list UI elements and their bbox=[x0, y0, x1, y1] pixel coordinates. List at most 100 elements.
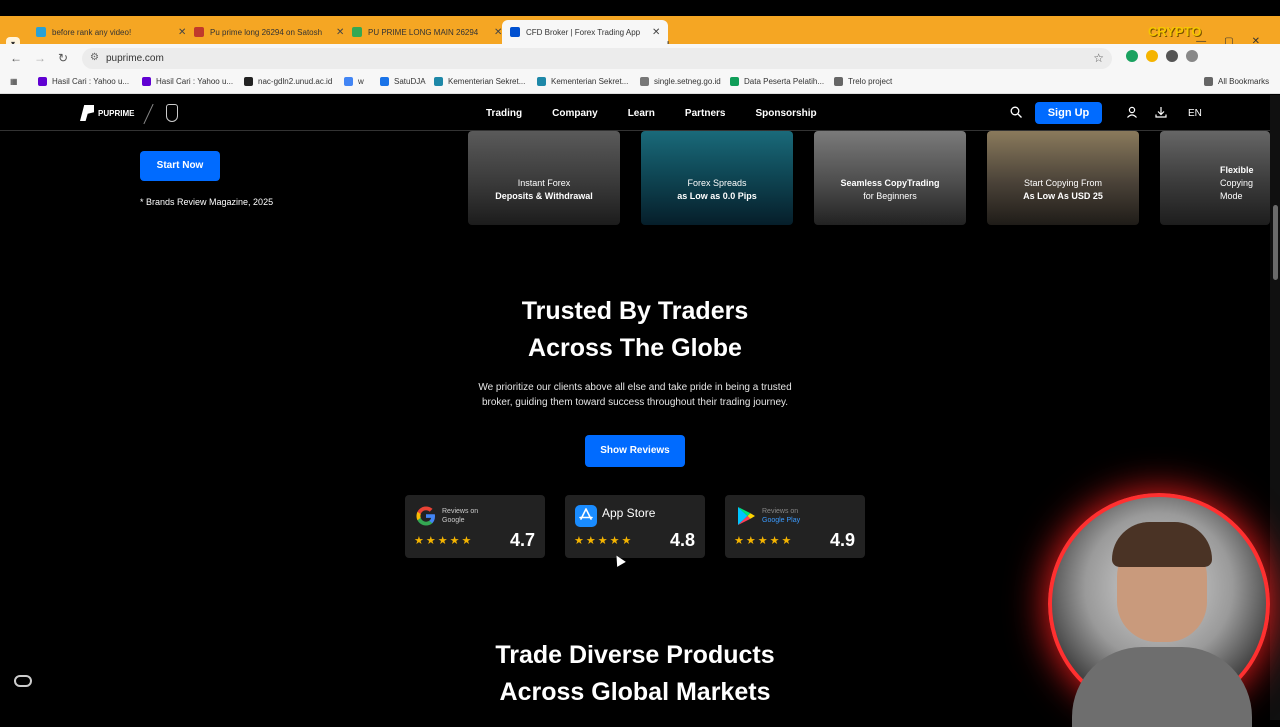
feature-card[interactable]: Start Copying From As Low As USD 25 bbox=[987, 131, 1139, 225]
close-icon[interactable]: ✕ bbox=[652, 27, 660, 38]
tab-title: Pu prime long 26294 on Satosh bbox=[210, 27, 323, 37]
feature-card[interactable]: Flexible Copying Mode bbox=[1160, 131, 1270, 225]
bookmark-label: Hasil Cari : Yahoo u... bbox=[156, 77, 234, 86]
sheets-icon bbox=[730, 77, 739, 86]
browser-tab-active[interactable]: CFD Broker | Forex Trading App ✕ bbox=[502, 20, 669, 44]
products-section-title: Trade Diverse Products Across Global Mar… bbox=[435, 637, 835, 711]
show-reviews-button[interactable]: Show Reviews bbox=[585, 435, 685, 467]
bookmark-item[interactable]: Hasil Cari : Yahoo u... bbox=[142, 77, 233, 86]
bookmark-label: single.setneg.go.id bbox=[654, 77, 721, 86]
review-source-label: App Store bbox=[602, 506, 656, 520]
extension-icon[interactable] bbox=[1146, 50, 1158, 62]
feature-card[interactable]: Instant Forex Deposits & Withdrawal bbox=[468, 131, 620, 225]
feature-card-text: Seamless CopyTrading for Beginners bbox=[814, 177, 966, 203]
puprime-logo-mark-icon bbox=[80, 105, 94, 121]
bookmark-item[interactable]: SatuDJA bbox=[380, 77, 426, 86]
bookmark-label: nac-gdln2.unud.ac.id bbox=[258, 77, 333, 86]
sign-up-button[interactable]: Sign Up bbox=[1035, 102, 1102, 124]
tab-favicon-icon bbox=[194, 27, 204, 37]
yahoo-icon bbox=[38, 77, 47, 86]
bookmarks-bar: ▦ Hasil Cari : Yahoo u... Hasil Cari : Y… bbox=[0, 72, 1280, 94]
browser-tab[interactable]: Pu prime long 26294 on Satosh ✕ bbox=[186, 20, 352, 44]
review-label-line: Reviews on bbox=[762, 508, 799, 515]
all-bookmarks-item[interactable]: All Bookmarks bbox=[1204, 77, 1269, 86]
feature-card-line-strong: Flexible bbox=[1220, 165, 1254, 175]
menu-item-learn[interactable]: Learn bbox=[628, 108, 655, 119]
profile-avatar-icon[interactable] bbox=[1186, 50, 1198, 62]
extension-icon[interactable] bbox=[1126, 50, 1138, 62]
feature-card-line: Forex Spreads bbox=[687, 178, 747, 188]
bookmark-label: Data Peserta Pelatih... bbox=[744, 77, 825, 86]
reload-icon[interactable]: ↻ bbox=[58, 51, 68, 65]
user-icon[interactable] bbox=[1126, 106, 1138, 118]
bookmark-item[interactable]: Data Peserta Pelatih... bbox=[730, 77, 824, 86]
menu-item-trading[interactable]: Trading bbox=[486, 108, 522, 119]
folder-icon bbox=[834, 77, 843, 86]
star-rating-icon: ★★★★★ bbox=[574, 535, 634, 547]
main-menu: Trading Company Learn Partners Sponsorsh… bbox=[486, 108, 847, 119]
apps-grid-icon[interactable]: ▦ bbox=[10, 77, 18, 86]
bookmark-item[interactable]: Kementerian Sekret... bbox=[434, 77, 525, 86]
url-text: puprime.com bbox=[106, 53, 164, 64]
bookmark-label: SatuDJA bbox=[394, 77, 426, 86]
bookmark-favicon-icon bbox=[380, 77, 389, 86]
menu-item-sponsorship[interactable]: Sponsorship bbox=[756, 108, 817, 119]
feature-card-text: Instant Forex Deposits & Withdrawal bbox=[468, 177, 620, 203]
bookmark-label: Kementerian Sekret... bbox=[551, 77, 629, 86]
bookmark-item[interactable]: single.setneg.go.id bbox=[640, 77, 721, 86]
page-scrollbar[interactable] bbox=[1270, 95, 1280, 720]
presenter-hair bbox=[1112, 522, 1212, 567]
feature-card-line: for Beginners bbox=[863, 191, 917, 201]
puprime-logo[interactable]: PUPRIME bbox=[80, 105, 134, 121]
tab-title: CFD Broker | Forex Trading App bbox=[526, 27, 641, 37]
bookmark-item[interactable]: w bbox=[344, 77, 364, 86]
logo-text: PUPRIME bbox=[98, 108, 135, 118]
bookmark-item[interactable]: nac-gdln2.unud.ac.id bbox=[244, 77, 332, 86]
forward-arrow-icon[interactable]: → bbox=[34, 51, 46, 65]
feature-card[interactable]: Forex Spreads as Low as 0.0 Pips bbox=[641, 131, 793, 225]
review-badge-google[interactable]: Reviews on Google ★★★★★ 4.7 bbox=[405, 495, 545, 558]
telegram-icon bbox=[36, 27, 46, 37]
feature-card-text: Start Copying From As Low As USD 25 bbox=[987, 177, 1139, 203]
drive-icon bbox=[352, 27, 362, 37]
browser-tab[interactable]: before rank any video! ✕ bbox=[28, 20, 194, 44]
bookmark-item[interactable]: Kementerian Sekret... bbox=[537, 77, 628, 86]
bookmark-label: Kementerian Sekret... bbox=[448, 77, 526, 86]
title-line: Across Global Markets bbox=[499, 678, 771, 706]
feature-card-line: Instant Forex bbox=[517, 178, 571, 188]
logo-divider bbox=[143, 103, 154, 125]
start-now-button[interactable]: Start Now bbox=[140, 151, 220, 181]
tab-title: PU PRIME LONG MAIN 26294 bbox=[368, 27, 479, 37]
google-play-icon bbox=[738, 507, 755, 525]
back-arrow-icon[interactable]: ← bbox=[10, 51, 22, 65]
feature-card-line-strong: Deposits & Withdrawal bbox=[495, 191, 593, 201]
language-selector[interactable]: EN bbox=[1188, 108, 1202, 119]
extensions-puzzle-icon[interactable] bbox=[1166, 50, 1178, 62]
site-settings-icon[interactable]: ⚙ bbox=[90, 52, 99, 63]
review-source-label: Reviews on Google bbox=[442, 507, 522, 525]
chat-support-icon[interactable] bbox=[14, 675, 32, 687]
description-line: We prioritize our clients above all else… bbox=[478, 382, 792, 393]
bookmark-item[interactable]: Trelo project bbox=[834, 77, 892, 86]
scrollbar-thumb[interactable] bbox=[1273, 205, 1278, 280]
search-icon[interactable] bbox=[1010, 106, 1022, 118]
feature-card-text: Forex Spreads as Low as 0.0 Pips bbox=[641, 177, 793, 203]
url-omnibox[interactable]: ⚙ puprime.com ☆ bbox=[82, 48, 1112, 69]
feature-card[interactable]: Seamless CopyTrading for Beginners bbox=[814, 131, 966, 225]
star-rating-icon: ★★★★★ bbox=[414, 535, 474, 547]
review-badge-app-store[interactable]: App Store ★★★★★ 4.8 bbox=[565, 495, 705, 558]
bookmark-favicon-icon bbox=[537, 77, 546, 86]
menu-item-company[interactable]: Company bbox=[552, 108, 598, 119]
review-badge-google-play[interactable]: Reviews on Google Play ★★★★★ 4.9 bbox=[725, 495, 865, 558]
feature-card-line-strong: As Low As USD 25 bbox=[1023, 191, 1103, 201]
menu-item-partners[interactable]: Partners bbox=[685, 108, 726, 119]
browser-tab[interactable]: PU PRIME LONG MAIN 26294 ✕ bbox=[344, 20, 510, 44]
webcam-overlay bbox=[1048, 493, 1270, 727]
bookmark-item[interactable]: Hasil Cari : Yahoo u... bbox=[38, 77, 129, 86]
google-g-icon bbox=[416, 506, 435, 526]
club-crest-icon bbox=[166, 104, 178, 122]
download-icon[interactable] bbox=[1155, 106, 1167, 118]
bookmark-star-icon[interactable]: ☆ bbox=[1093, 51, 1104, 65]
feature-card-line-strong: as Low as 0.0 Pips bbox=[677, 191, 757, 201]
bookmark-label: Trelo project bbox=[848, 77, 893, 86]
